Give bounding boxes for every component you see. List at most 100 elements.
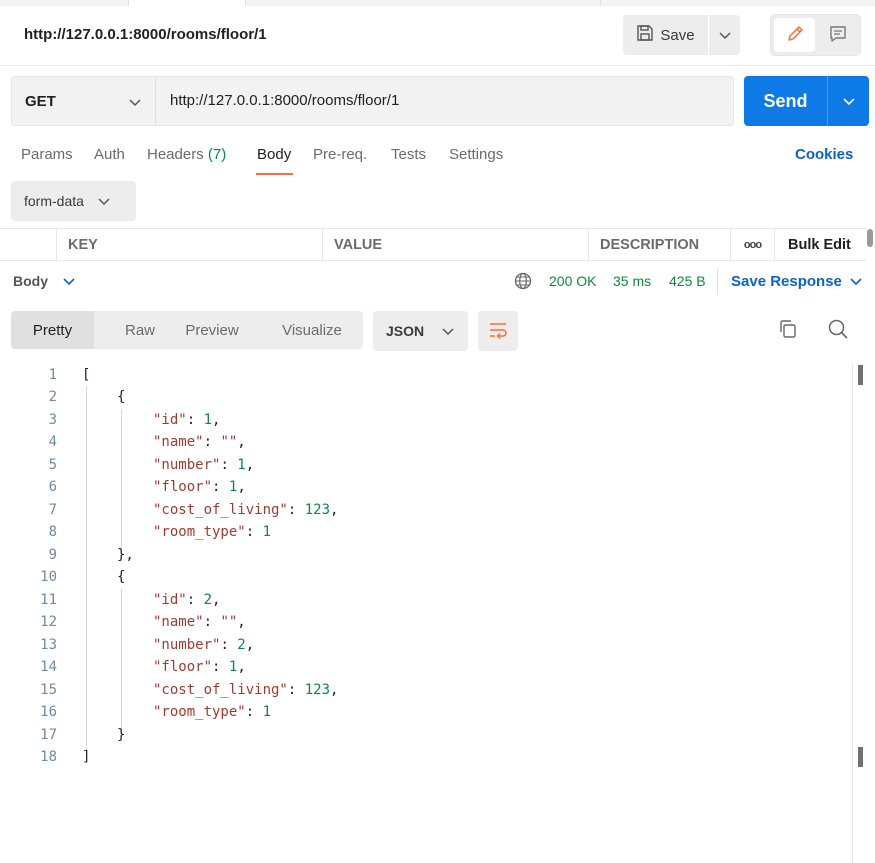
tab-headers[interactable]: Headers (7) [147,146,226,163]
chevron-down-icon [442,323,454,339]
tab-auth[interactable]: Auth [94,146,125,163]
code-line: ] [82,749,91,765]
tab-params[interactable]: Params [21,146,73,163]
code-line: "room_type": 1 [153,704,272,720]
tab-preview[interactable]: Preview [173,311,251,349]
active-tab-indicator [256,173,293,175]
request-title[interactable]: http://127.0.0.1:8000/rooms/floor/1 [24,26,267,43]
save-options-button[interactable] [709,15,740,55]
code-line: }, [117,547,134,563]
code-line: "room_type": 1 [153,524,272,540]
line-number: 7 [48,502,57,518]
tab-pre-request[interactable]: Pre-req. [313,146,367,163]
chevron-down-icon [129,94,141,111]
chevron-down-icon [842,93,855,109]
save-response-button[interactable]: Save Response [731,273,842,290]
copy-icon[interactable] [778,319,798,342]
edit-mode-button[interactable] [774,18,815,52]
comments-button[interactable] [817,18,858,52]
json-key: "name" [153,614,204,630]
save-button[interactable]: Save [623,15,709,55]
comment-icon [828,24,848,47]
json-value: 1 [228,479,238,495]
tab-tests[interactable]: Tests [391,146,426,163]
code-line: [ [82,367,91,383]
json-key: "id" [153,412,187,428]
code-line: "name": "", [153,614,246,630]
json-value: 123 [304,682,331,698]
active-tab[interactable] [128,0,246,6]
indent-guide [86,386,87,756]
tab-pretty[interactable]: Pretty [11,311,94,349]
body-type-select[interactable]: form-data [11,181,136,221]
code-line: } [117,727,126,743]
globe-icon[interactable] [514,272,532,293]
status-code: 200 OK [549,273,597,289]
response-code-view[interactable]: 1 2 3 4 5 6 7 8 9 10 11 12 13 14 15 16 1… [0,364,852,863]
json-value: 2 [203,592,213,608]
response-time: 35 ms [613,273,652,289]
format-label: JSON [386,323,425,339]
form-data-table-header: KEY VALUE DESCRIPTION ooo Bulk Edit [0,228,866,261]
json-key: "number" [153,457,221,473]
method-select[interactable]: GET [12,77,156,125]
column-value: VALUE [322,229,588,261]
indent-guide [121,589,122,734]
chevron-down-icon[interactable] [62,274,76,290]
json-key: "cost_of_living" [153,502,288,518]
json-value: 1 [237,457,246,473]
chevron-down-icon [718,27,731,43]
json-key: "id" [153,592,187,608]
line-number: 3 [48,412,57,428]
scrollbar-thumb[interactable] [867,229,873,247]
chevron-down-icon[interactable] [849,274,863,290]
json-key: "floor" [153,659,213,675]
code-line: "floor": 1, [153,479,246,495]
code-line: "id": 2, [153,592,221,608]
format-select[interactable]: JSON [373,311,468,351]
search-icon[interactable] [827,318,849,343]
divider [717,268,718,294]
bulk-edit-button[interactable]: Bulk Edit [774,229,866,261]
tab-settings[interactable]: Settings [449,146,503,163]
response-body-label[interactable]: Body [13,273,48,289]
code-line: "number": 2, [153,637,255,653]
code-line: "floor": 1, [153,659,246,675]
code-line: "name": "", [153,434,246,450]
code-line: "cost_of_living": 123, [153,682,339,698]
json-key: "name" [153,434,204,450]
line-number: 15 [40,682,57,698]
json-value: 1 [262,524,272,540]
json-key: "number" [153,637,221,653]
line-number: 13 [40,637,57,653]
json-value: "" [220,434,238,450]
send-button[interactable]: Send [744,76,828,126]
json-key: "cost_of_living" [153,682,288,698]
response-view-tabs: Pretty Raw Preview Visualize [11,311,363,349]
line-number: 16 [40,704,57,720]
tab-visualize[interactable]: Visualize [266,311,358,349]
code-scroll-track [852,364,853,863]
more-options-button[interactable]: ooo [730,229,774,261]
line-number: 8 [48,524,57,540]
url-input[interactable]: http://127.0.0.1:8000/rooms/floor/1 [170,92,399,109]
code-line: "id": 1, [153,412,221,428]
json-value: 1 [203,412,213,428]
wrap-lines-button[interactable] [478,311,518,351]
code-line: "number": 1, [153,457,255,473]
json-key: "room_type" [153,524,246,540]
line-number: 12 [40,614,57,630]
code-line: { [117,569,126,585]
save-button-group: Save [623,15,740,55]
tab-headers-label: Headers [147,146,204,163]
cookies-link[interactable]: Cookies [795,146,853,163]
column-description: DESCRIPTION [588,229,730,261]
send-options-button[interactable] [828,76,869,126]
line-number: 2 [48,389,57,405]
line-number: 14 [40,659,57,675]
view-mode-toggle [770,14,861,56]
method-label: GET [25,92,56,110]
line-number: 10 [40,569,57,585]
tab-body[interactable]: Body [257,146,291,163]
line-number: 4 [48,434,57,450]
